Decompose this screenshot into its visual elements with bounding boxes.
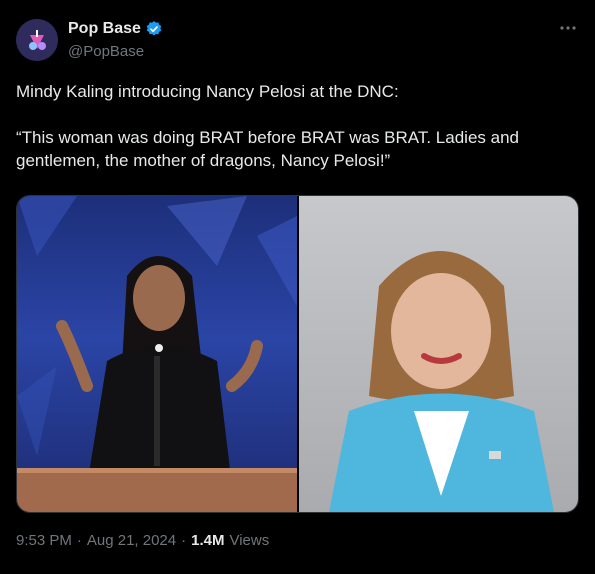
meta-separator: · — [181, 532, 187, 549]
tweet-time[interactable]: 9:53 PM — [16, 532, 72, 549]
tweet-paragraph: Mindy Kaling introducing Nancy Pelosi at… — [16, 82, 399, 101]
nancy-pelosi-photo — [328, 251, 554, 512]
author-name[interactable]: Pop Base — [68, 20, 141, 38]
author-name-row: Pop Base — [68, 20, 163, 38]
media-image-nancy-pelosi[interactable] — [298, 196, 578, 512]
views-count: 1.4M — [191, 532, 225, 549]
verified-badge-icon — [145, 20, 163, 38]
pop-base-logo — [16, 19, 58, 61]
views-label: Views — [229, 532, 270, 549]
tweet-paragraph: “This woman was doing BRAT before BRAT w… — [16, 128, 519, 170]
tweet-media[interactable] — [16, 195, 579, 513]
meta-separator: · — [76, 532, 82, 549]
media-image-mindy-kaling[interactable] — [17, 196, 297, 512]
author-handle[interactable]: @PopBase — [68, 43, 144, 60]
tweet: Pop Base @PopBase Mindy Kaling introduci… — [0, 0, 595, 574]
avatar[interactable] — [16, 19, 58, 61]
tweet-metadata: 9:53 PM · Aug 21, 2024 · 1.4M Views — [16, 532, 269, 549]
more-horizontal-icon[interactable] — [559, 22, 577, 32]
mindy-kaling-photo — [17, 196, 297, 512]
tweet-date[interactable]: Aug 21, 2024 — [87, 532, 176, 549]
tweet-text: Mindy Kaling introducing Nancy Pelosi at… — [16, 80, 581, 172]
